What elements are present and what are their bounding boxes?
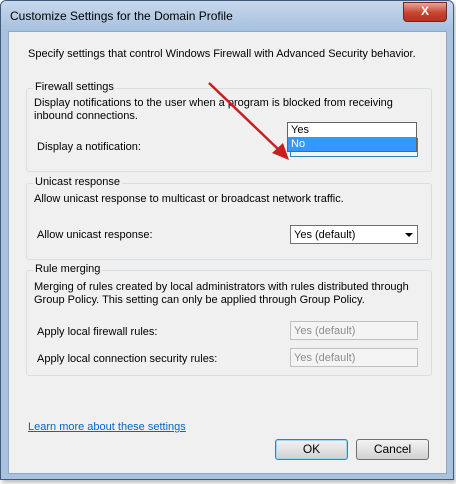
dropdown-option-yes[interactable]: Yes xyxy=(288,123,416,137)
group-label-rule-merging: Rule merging xyxy=(33,263,103,275)
intro-text: Specify settings that control Windows Fi… xyxy=(28,48,416,60)
group-label-unicast-response: Unicast response xyxy=(33,176,122,188)
dialog-client-area: Specify settings that control Windows Fi… xyxy=(8,31,447,474)
group-label-firewall-settings: Firewall settings xyxy=(33,81,116,93)
notification-dropdown-list: Yes No xyxy=(287,122,417,152)
dialog-window: Customize Settings for the Domain Profil… xyxy=(0,0,454,480)
unicast-response-value: Yes (default) xyxy=(294,229,356,241)
unicast-description: Allow unicast response to multicast or b… xyxy=(34,193,344,205)
security-rules-select: Yes (default) xyxy=(290,348,418,367)
firewall-rules-select: Yes (default) xyxy=(290,321,418,340)
display-notification-label: Display a notification: xyxy=(37,141,141,153)
chevron-down-icon xyxy=(405,233,413,237)
cancel-button[interactable]: Cancel xyxy=(356,439,429,460)
firewall-rules-label: Apply local firewall rules: xyxy=(37,326,158,338)
ok-button[interactable]: OK xyxy=(275,439,348,460)
close-button[interactable]: X xyxy=(403,2,447,22)
security-rules-value: Yes (default) xyxy=(294,352,356,364)
unicast-response-select[interactable]: Yes (default) xyxy=(290,225,418,244)
dropdown-option-no[interactable]: No xyxy=(288,137,416,151)
security-rules-label: Apply local connection security rules: xyxy=(37,353,218,365)
unicast-response-label: Allow unicast response: xyxy=(37,229,153,241)
firewall-rules-value: Yes (default) xyxy=(294,325,356,337)
unicast-response-group: Unicast response Allow unicast response … xyxy=(26,176,432,260)
close-icon: X xyxy=(420,4,429,18)
firewall-settings-description: Display notifications to the user when a… xyxy=(34,97,393,122)
title-bar[interactable]: Customize Settings for the Domain Profil… xyxy=(1,1,453,31)
rule-merging-description: Merging of rules created by local admini… xyxy=(34,281,409,306)
window-title: Customize Settings for the Domain Profil… xyxy=(10,9,233,23)
learn-more-link[interactable]: Learn more about these settings xyxy=(28,421,186,433)
